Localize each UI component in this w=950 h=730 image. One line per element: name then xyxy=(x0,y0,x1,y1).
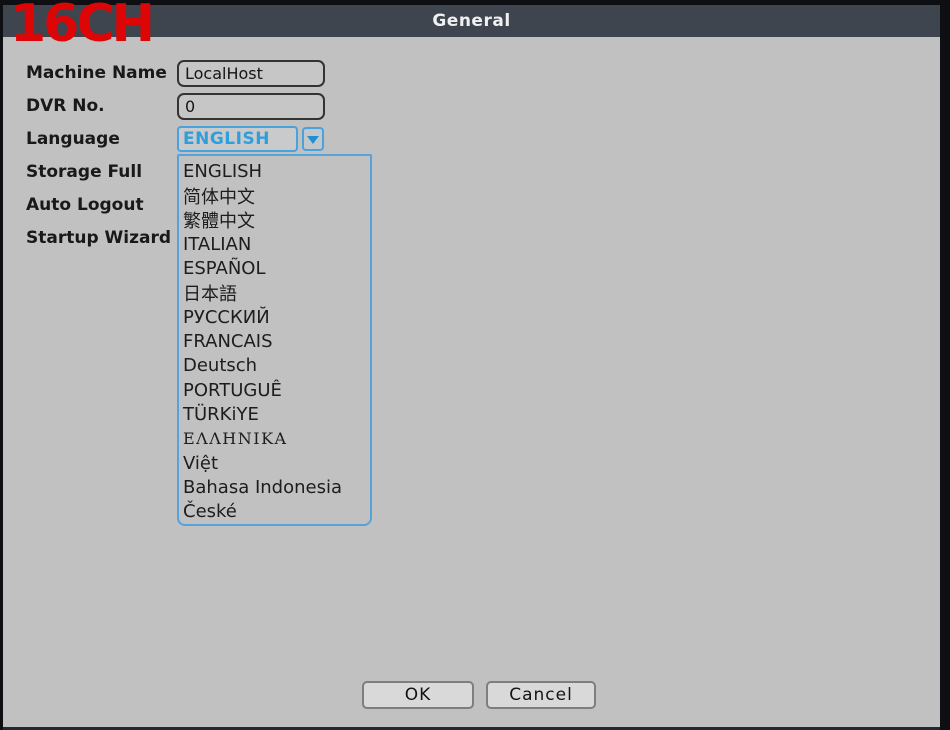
language-option[interactable]: Việt xyxy=(183,451,370,475)
language-dropdown-button[interactable] xyxy=(302,127,324,151)
form-label-column: Machine NameDVR No.LanguageStorage FullA… xyxy=(26,56,171,254)
language-option[interactable]: ΕΛΛΗΝΙΚΑ xyxy=(183,427,370,451)
language-option[interactable]: 简体中文 xyxy=(183,183,370,207)
language-option[interactable]: FRANCAIS xyxy=(183,329,370,353)
language-option[interactable]: TÜRKiYE xyxy=(183,402,370,426)
dvr-no-input[interactable] xyxy=(177,93,325,120)
dialog-title: General xyxy=(432,11,510,31)
frame-edge-right xyxy=(940,0,950,730)
language-option[interactable]: ITALIAN xyxy=(183,232,370,256)
form-label: Storage Full xyxy=(26,155,171,188)
language-select[interactable]: ENGLISH xyxy=(177,126,298,152)
cancel-button[interactable]: Cancel xyxy=(486,681,596,709)
language-options-list: ENGLISH简体中文繁體中文ITALIANESPAÑOL日本語РУССКИЙF… xyxy=(177,154,372,526)
channel-count-watermark: 16CH xyxy=(10,0,152,54)
language-option[interactable]: Deutsch xyxy=(183,354,370,378)
language-option[interactable]: 日本語 xyxy=(183,281,370,305)
language-option[interactable]: РУССКИЙ xyxy=(183,305,370,329)
machine-name-input[interactable] xyxy=(177,60,325,87)
language-option[interactable]: Bahasa Indonesia xyxy=(183,475,370,499)
form-label: Language xyxy=(26,122,171,155)
ok-button[interactable]: OK xyxy=(362,681,474,709)
language-option[interactable]: ENGLISH xyxy=(183,159,370,183)
form-label: Auto Logout xyxy=(26,188,171,221)
language-option[interactable]: PORTUGUÊ xyxy=(183,378,370,402)
form-label: Startup Wizard xyxy=(26,221,171,254)
form-label: Machine Name xyxy=(26,56,171,89)
dvr-general-settings-screen: General 16CH Machine NameDVR No.Language… xyxy=(0,0,950,730)
language-option[interactable]: České xyxy=(183,500,370,524)
form-label: DVR No. xyxy=(26,89,171,122)
chevron-down-icon xyxy=(307,136,319,144)
language-selected-value: ENGLISH xyxy=(179,129,270,149)
language-option[interactable]: 繁體中文 xyxy=(183,208,370,232)
language-option[interactable]: ESPAÑOL xyxy=(183,256,370,280)
frame-edge-left xyxy=(0,0,3,730)
